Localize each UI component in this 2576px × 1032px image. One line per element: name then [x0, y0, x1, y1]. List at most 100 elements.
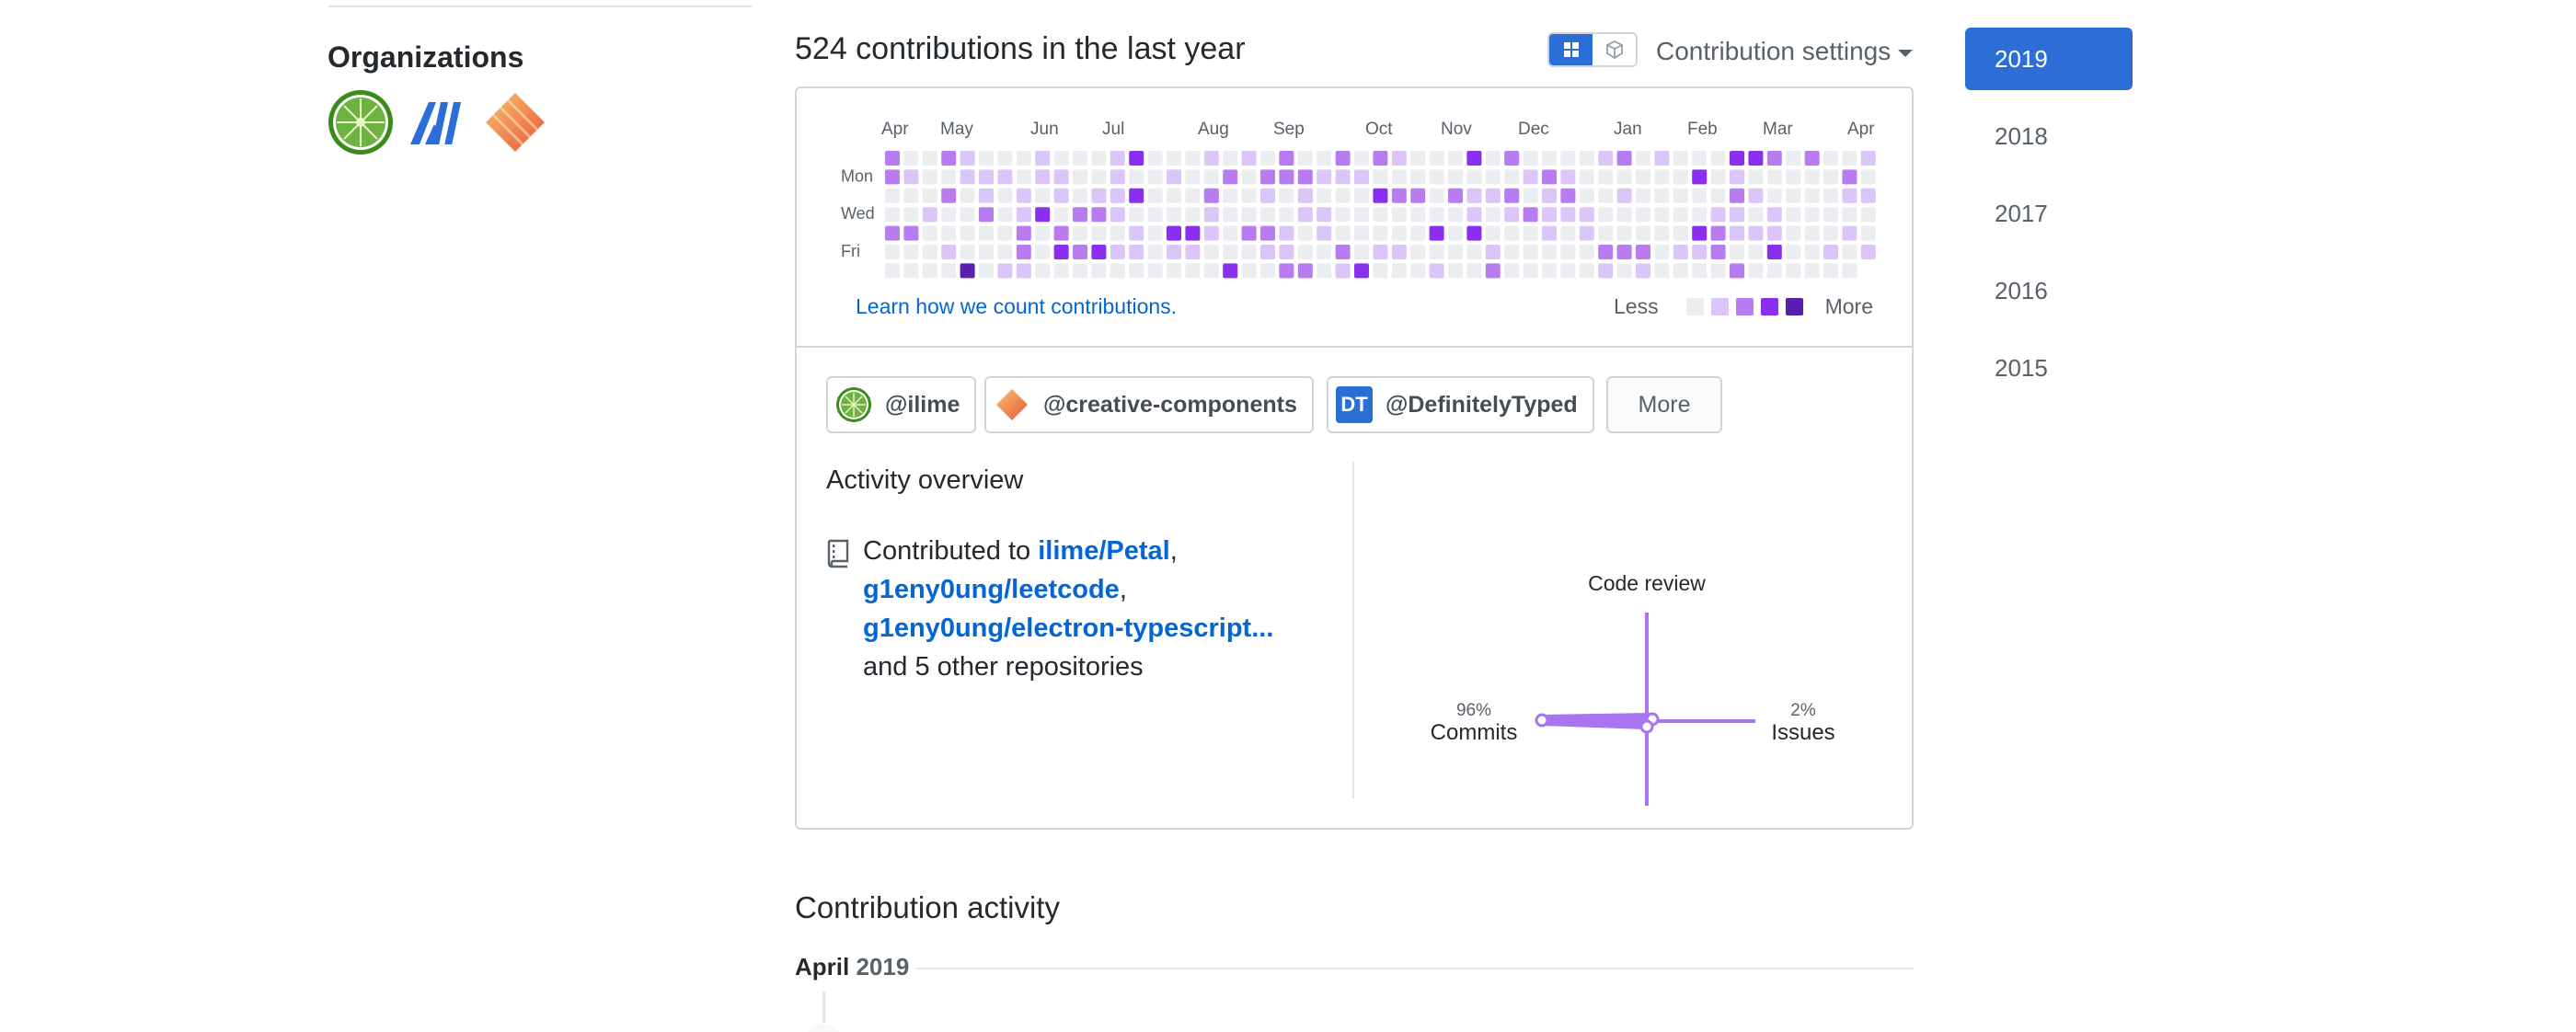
- calendar-day-cell[interactable]: [903, 169, 919, 185]
- repo-link-leetcode[interactable]: g1eny0ung/leetcode: [863, 575, 1120, 604]
- calendar-day-cell[interactable]: [1185, 169, 1201, 185]
- calendar-day-cell[interactable]: [1185, 263, 1201, 279]
- calendar-day-cell[interactable]: [941, 225, 957, 241]
- calendar-day-cell[interactable]: [997, 263, 1013, 279]
- calendar-day-cell[interactable]: [979, 263, 994, 279]
- calendar-day-cell[interactable]: [1110, 151, 1125, 166]
- calendar-day-cell[interactable]: [1654, 245, 1670, 259]
- learn-contributions-link[interactable]: Learn how we count contributions.: [856, 294, 1177, 319]
- calendar-day-cell[interactable]: [1391, 263, 1407, 279]
- calendar-day-cell[interactable]: [1542, 207, 1557, 223]
- calendar-day-cell[interactable]: [1823, 207, 1838, 223]
- calendar-day-cell[interactable]: [1710, 151, 1726, 166]
- calendar-day-cell[interactable]: [1391, 225, 1407, 241]
- calendar-day-cell[interactable]: [1223, 207, 1238, 223]
- calendar-day-cell[interactable]: [1317, 245, 1332, 259]
- calendar-day-cell[interactable]: [1110, 263, 1125, 279]
- calendar-day-cell[interactable]: [1860, 151, 1876, 166]
- calendar-day-cell[interactable]: [1542, 151, 1557, 166]
- calendar-day-cell[interactable]: [1579, 245, 1594, 259]
- calendar-day-cell[interactable]: [960, 225, 975, 241]
- calendar-day-cell[interactable]: [1860, 245, 1876, 259]
- calendar-day-cell[interactable]: [1730, 169, 1744, 185]
- calendar-day-cell[interactable]: [979, 225, 994, 241]
- calendar-day-cell[interactable]: [1504, 151, 1520, 166]
- calendar-day-cell[interactable]: [1016, 169, 1031, 185]
- calendar-day-cell[interactable]: [1073, 245, 1087, 259]
- calendar-day-cell[interactable]: [1391, 151, 1407, 166]
- calendar-day-cell[interactable]: [1167, 169, 1181, 185]
- calendar-day-cell[interactable]: [1091, 169, 1107, 185]
- calendar-day-cell[interactable]: [1297, 263, 1313, 279]
- calendar-day-cell[interactable]: [1579, 263, 1594, 279]
- calendar-day-cell[interactable]: [1203, 207, 1219, 223]
- calendar-day-cell[interactable]: [1542, 225, 1557, 241]
- calendar-day-cell[interactable]: [1167, 188, 1181, 203]
- calendar-day-cell[interactable]: [1616, 151, 1632, 166]
- calendar-day-cell[interactable]: [1091, 263, 1107, 279]
- calendar-day-cell[interactable]: [1560, 151, 1576, 166]
- calendar-day-cell[interactable]: [1766, 188, 1782, 203]
- calendar-day-cell[interactable]: [1579, 151, 1594, 166]
- calendar-day-cell[interactable]: [1860, 225, 1876, 241]
- calendar-day-cell[interactable]: [1073, 188, 1087, 203]
- calendar-day-cell[interactable]: [1129, 263, 1144, 279]
- calendar-day-cell[interactable]: [1035, 169, 1051, 185]
- calendar-day-cell[interactable]: [1448, 245, 1463, 259]
- calendar-day-cell[interactable]: [1391, 188, 1407, 203]
- calendar-day-cell[interactable]: [1410, 245, 1426, 259]
- calendar-day-cell[interactable]: [1203, 263, 1219, 279]
- calendar-day-cell[interactable]: [1748, 169, 1764, 185]
- calendar-day-cell[interactable]: [960, 207, 975, 223]
- calendar-day-cell[interactable]: [1692, 207, 1708, 223]
- repo-link-electron-typescript[interactable]: g1eny0ung/electron-typescript...: [863, 613, 1273, 643]
- calendar-day-cell[interactable]: [1279, 188, 1294, 203]
- calendar-day-cell[interactable]: [1485, 225, 1501, 241]
- calendar-day-cell[interactable]: [1673, 188, 1688, 203]
- calendar-day-cell[interactable]: [1203, 151, 1219, 166]
- calendar-day-cell[interactable]: [1297, 188, 1313, 203]
- calendar-day-cell[interactable]: [1842, 245, 1857, 259]
- calendar-day-cell[interactable]: [1504, 188, 1520, 203]
- calendar-day-cell[interactable]: [1804, 225, 1820, 241]
- calendar-day-cell[interactable]: [1804, 245, 1820, 259]
- calendar-day-cell[interactable]: [997, 207, 1013, 223]
- calendar-day-cell[interactable]: [1766, 151, 1782, 166]
- calendar-day-cell[interactable]: [1016, 263, 1031, 279]
- calendar-day-cell[interactable]: [979, 245, 994, 259]
- filter-ilime-button[interactable]: @ilime: [826, 376, 977, 433]
- calendar-day-cell[interactable]: [1223, 169, 1238, 185]
- calendar-day-cell[interactable]: [1354, 151, 1369, 166]
- calendar-day-cell[interactable]: [1485, 245, 1501, 259]
- calendar-day-cell[interactable]: [1710, 263, 1726, 279]
- calendar-day-cell[interactable]: [1804, 169, 1820, 185]
- calendar-day-cell[interactable]: [1203, 169, 1219, 185]
- calendar-day-cell[interactable]: [1147, 207, 1163, 223]
- calendar-day-cell[interactable]: [1823, 263, 1838, 279]
- calendar-day-cell[interactable]: [1129, 188, 1144, 203]
- calendar-day-cell[interactable]: [1598, 188, 1614, 203]
- org-avatar-ilime[interactable]: [328, 89, 394, 155]
- calendar-day-cell[interactable]: [1598, 169, 1614, 185]
- calendar-day-cell[interactable]: [1448, 169, 1463, 185]
- calendar-day-cell[interactable]: [1504, 245, 1520, 259]
- calendar-day-cell[interactable]: [1523, 188, 1538, 203]
- calendar-day-cell[interactable]: [1110, 207, 1125, 223]
- calendar-day-cell[interactable]: [1523, 207, 1538, 223]
- calendar-day-cell[interactable]: [1692, 188, 1708, 203]
- calendar-day-cell[interactable]: [1410, 151, 1426, 166]
- calendar-day-cell[interactable]: [885, 151, 900, 166]
- calendar-day-cell[interactable]: [1297, 169, 1313, 185]
- calendar-day-cell[interactable]: [1260, 225, 1275, 241]
- calendar-day-cell[interactable]: [1073, 207, 1087, 223]
- calendar-day-cell[interactable]: [1317, 207, 1332, 223]
- filter-definitelytyped-button[interactable]: DT @DefinitelyTyped: [1327, 376, 1594, 433]
- calendar-day-cell[interactable]: [1335, 169, 1351, 185]
- calendar-day-cell[interactable]: [1317, 188, 1332, 203]
- year-link-2018[interactable]: 2018: [1965, 105, 2133, 167]
- calendar-day-cell[interactable]: [1203, 188, 1219, 203]
- calendar-day-cell[interactable]: [1710, 188, 1726, 203]
- calendar-day-cell[interactable]: [997, 225, 1013, 241]
- calendar-day-cell[interactable]: [1504, 207, 1520, 223]
- calendar-day-cell[interactable]: [1842, 225, 1857, 241]
